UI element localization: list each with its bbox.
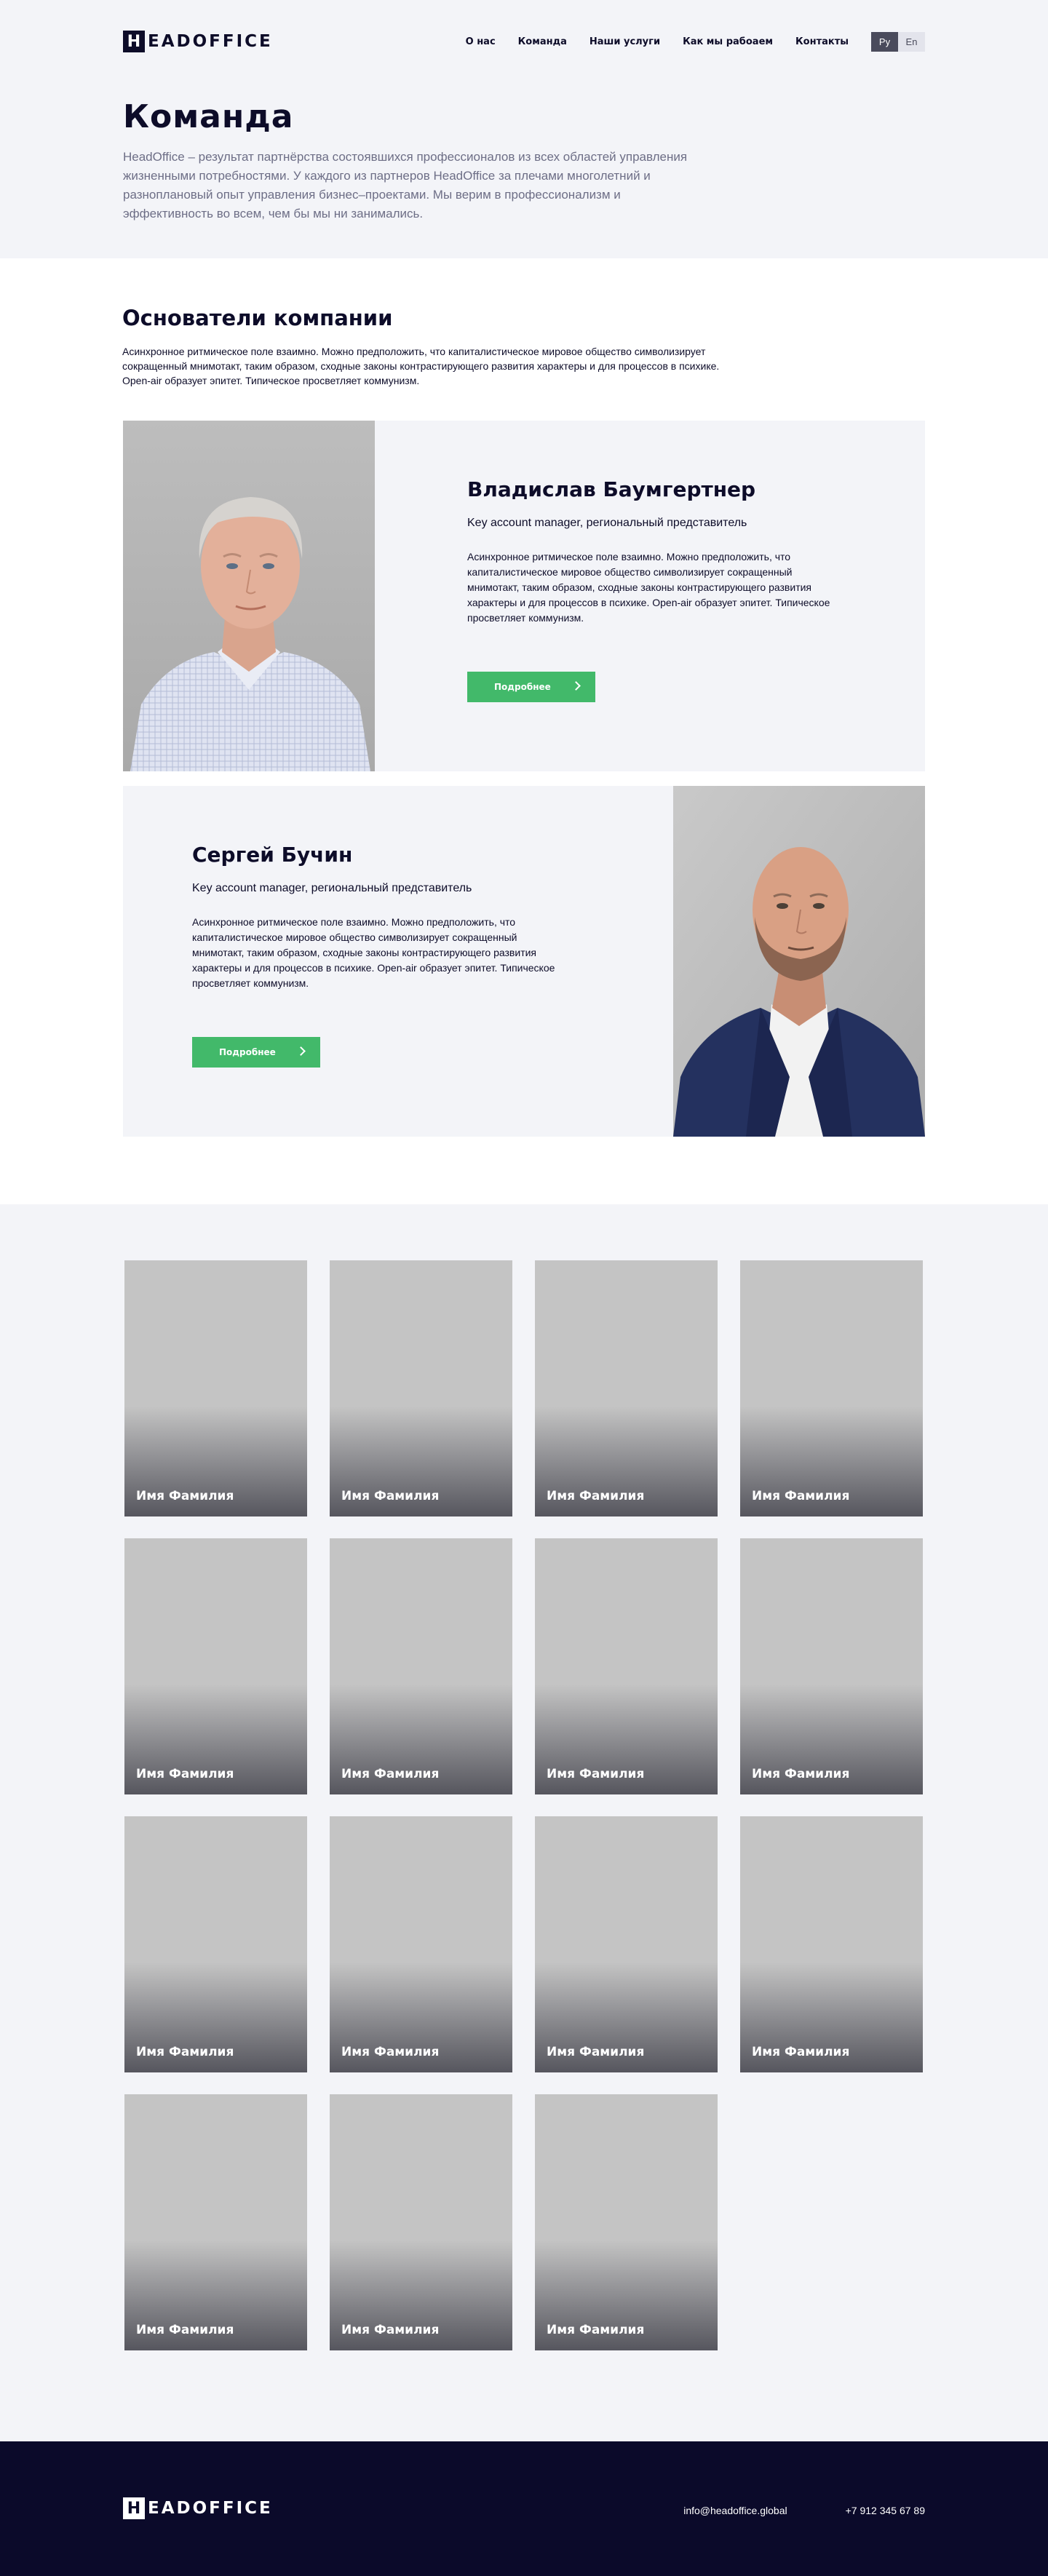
team-member-name: Имя Фамилия (341, 1767, 440, 1781)
team-member-name: Имя Фамилия (341, 2323, 440, 2337)
founders-subtitle: Асинхронное ритмическое поле взаимно. Мо… (122, 346, 720, 386)
nav-item-services[interactable]: Наши услуги (590, 36, 660, 47)
founder-description: Асинхронное ритмическое поле взаимно. Мо… (467, 551, 830, 624)
team-section: Имя Фамилия Имя Фамилия Имя Фамилия Имя Фам… (0, 1204, 1048, 2441)
founder-card: Сергей Бучин Key account manager, регион… (123, 786, 925, 1137)
more-button[interactable]: Подробнее (467, 672, 595, 702)
team-member-card[interactable]: Имя Фамилия (330, 2094, 512, 2350)
team-member-name: Имя Фамилия (752, 1489, 850, 1503)
team-member-card[interactable]: Имя Фамилия (124, 2094, 307, 2350)
team-member-name: Имя Фамилия (136, 1767, 234, 1781)
page-intro: HeadOffice – результат партнёрства состо… (123, 150, 688, 220)
team-member-card[interactable]: Имя Фамилия (330, 1816, 512, 2072)
team-member-card[interactable]: Имя Фамилия (124, 1816, 307, 2072)
footer-phone-link[interactable]: +7 912 345 67 89 (846, 2505, 925, 2516)
team-member-card[interactable]: Имя Фамилия (740, 1260, 923, 1516)
footer: H EADOFFICE info@headoffice.global +7 91… (0, 2441, 1048, 2576)
footer-contacts: info@headoffice.global +7 912 345 67 89 (683, 2505, 925, 2516)
language-switcher: Ру En (871, 31, 925, 52)
logo-mark: H (123, 2497, 145, 2519)
page-title: Команда (123, 98, 294, 135)
more-button-label: Подробнее (219, 1047, 276, 1057)
chevron-right-icon (571, 681, 581, 691)
founder-name: Владислав Баумгертнер (467, 477, 756, 501)
team-member-name: Имя Фамилия (752, 2045, 850, 2059)
more-button[interactable]: Подробнее (192, 1037, 320, 1068)
team-member-card[interactable]: Имя Фамилия (124, 1260, 307, 1516)
founder-name: Сергей Бучин (192, 843, 353, 867)
founder-description: Асинхронное ритмическое поле взаимно. Мо… (192, 916, 555, 989)
founders-title: Основатели компании (122, 306, 393, 330)
team-member-card[interactable]: Имя Фамилия (330, 1538, 512, 1794)
team-member-card[interactable]: Имя Фамилия (535, 2094, 718, 2350)
nav-item-about[interactable]: О нас (466, 36, 496, 47)
founder-portrait-image (673, 786, 925, 1137)
logo-text: EADOFFICE (148, 32, 273, 51)
founder-info: Владислав Баумгертнер Key account manage… (467, 477, 860, 702)
chevron-right-icon (296, 1046, 306, 1056)
nav-item-how-we-work[interactable]: Как мы рабоаем (683, 36, 773, 47)
footer-email-link[interactable]: info@headoffice.global (683, 2505, 787, 2516)
founder-role: Key account manager, региональный предст… (467, 517, 747, 529)
team-member-card[interactable]: Имя Фамилия (535, 1816, 718, 2072)
team-member-card[interactable]: Имя Фамилия (740, 1816, 923, 2072)
team-member-name: Имя Фамилия (547, 2323, 645, 2337)
team-member-name: Имя Фамилия (341, 1489, 440, 1503)
team-member-card[interactable]: Имя Фамилия (740, 1538, 923, 1794)
team-member-name: Имя Фамилия (752, 1767, 850, 1781)
lang-en-button[interactable]: En (898, 31, 925, 52)
footer-logo[interactable]: H EADOFFICE (123, 2497, 273, 2519)
logo[interactable]: H EADOFFICE (123, 31, 273, 52)
founder-photo (673, 786, 925, 1137)
more-button-label: Подробнее (494, 682, 551, 692)
team-member-name: Имя Фамилия (136, 2045, 234, 2059)
logo-text: EADOFFICE (148, 2499, 273, 2518)
founder-portrait-image (123, 421, 375, 771)
nav-item-team[interactable]: Команда (518, 36, 567, 47)
nav-item-contacts[interactable]: Контакты (795, 36, 849, 47)
team-member-name: Имя Фамилия (341, 2045, 440, 2059)
team-member-card[interactable]: Имя Фамилия (330, 1260, 512, 1516)
team-member-card[interactable]: Имя Фамилия (535, 1260, 718, 1516)
hero-section: H EADOFFICE О нас Команда Наши услуги Ка… (0, 0, 1048, 258)
founder-role: Key account manager, региональный предст… (192, 882, 472, 894)
top-bar: H EADOFFICE О нас Команда Наши услуги Ка… (123, 29, 925, 54)
founder-card: Владислав Баумгертнер Key account manage… (123, 421, 925, 771)
team-member-name: Имя Фамилия (547, 1767, 645, 1781)
logo-mark: H (123, 31, 145, 52)
team-member-card[interactable]: Имя Фамилия (535, 1538, 718, 1794)
founders-section: Основатели компании Асинхронное ритмичес… (0, 258, 1048, 1204)
team-member-name: Имя Фамилия (547, 2045, 645, 2059)
lang-ru-button[interactable]: Ру (871, 31, 898, 52)
team-member-name: Имя Фамилия (136, 1489, 234, 1503)
team-member-name: Имя Фамилия (136, 2323, 234, 2337)
main-nav: О нас Команда Наши услуги Как мы рабоаем… (466, 31, 925, 52)
founder-info: Сергей Бучин Key account manager, регион… (192, 843, 585, 1068)
team-member-name: Имя Фамилия (547, 1489, 645, 1503)
team-grid: Имя Фамилия Имя Фамилия Имя Фамилия Имя Фам… (124, 1260, 923, 2350)
team-member-card[interactable]: Имя Фамилия (124, 1538, 307, 1794)
founder-photo (123, 421, 375, 771)
